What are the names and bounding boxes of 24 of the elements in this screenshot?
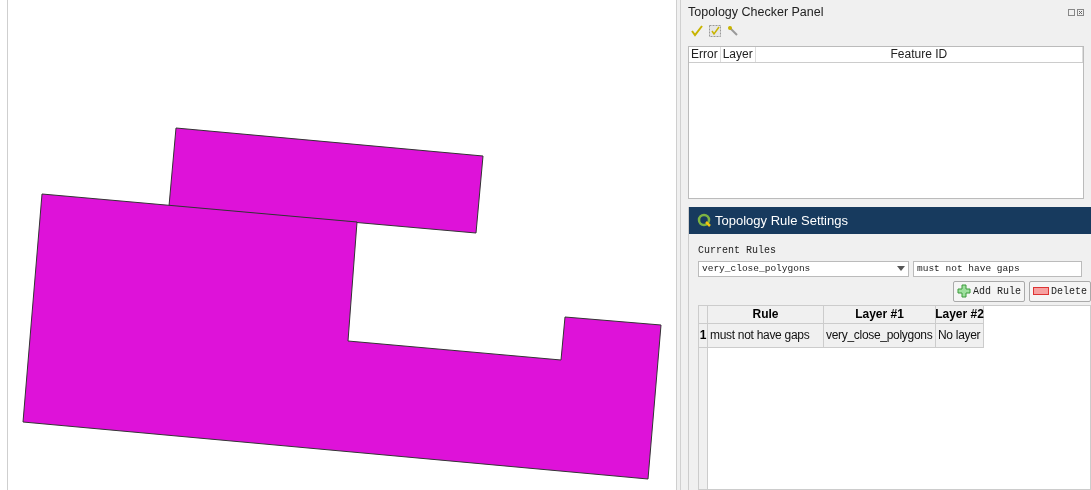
column-header[interactable]: Rule (708, 305, 824, 324)
add-rule-button[interactable]: Add Rule (952, 280, 1025, 302)
layer-dropdown[interactable]: very_close_polygons (698, 260, 909, 277)
column-header[interactable]: Error (689, 46, 721, 62)
checkbox-icon[interactable] (709, 24, 721, 37)
app-logo-icon (697, 213, 711, 228)
float-icon[interactable] (1068, 8, 1075, 16)
delete-button[interactable]: Delete (1029, 280, 1091, 302)
dropdown-arrow-icon (897, 266, 905, 272)
table-cell: No layer (936, 323, 984, 348)
plus-icon (956, 284, 971, 299)
column-header[interactable]: Layer (720, 46, 756, 62)
minus-icon (1033, 287, 1049, 296)
dialog-title: Topology Rule Settings (715, 211, 848, 230)
panel-title: Topology Checker Panel (688, 4, 824, 21)
column-header[interactable]: Layer #1 (824, 305, 936, 324)
column-header[interactable]: Feature ID (755, 46, 1083, 62)
rule-dropdown[interactable]: must not have gaps (913, 260, 1082, 277)
table-cell: must not have gaps (708, 323, 824, 348)
checkmark-icon[interactable] (691, 24, 703, 37)
close-icon[interactable] (1077, 8, 1084, 16)
current-rules-label: Current Rules (698, 243, 777, 258)
table-cell: very_close_polygons (824, 323, 936, 348)
column-header[interactable]: Layer #2 (936, 305, 984, 324)
